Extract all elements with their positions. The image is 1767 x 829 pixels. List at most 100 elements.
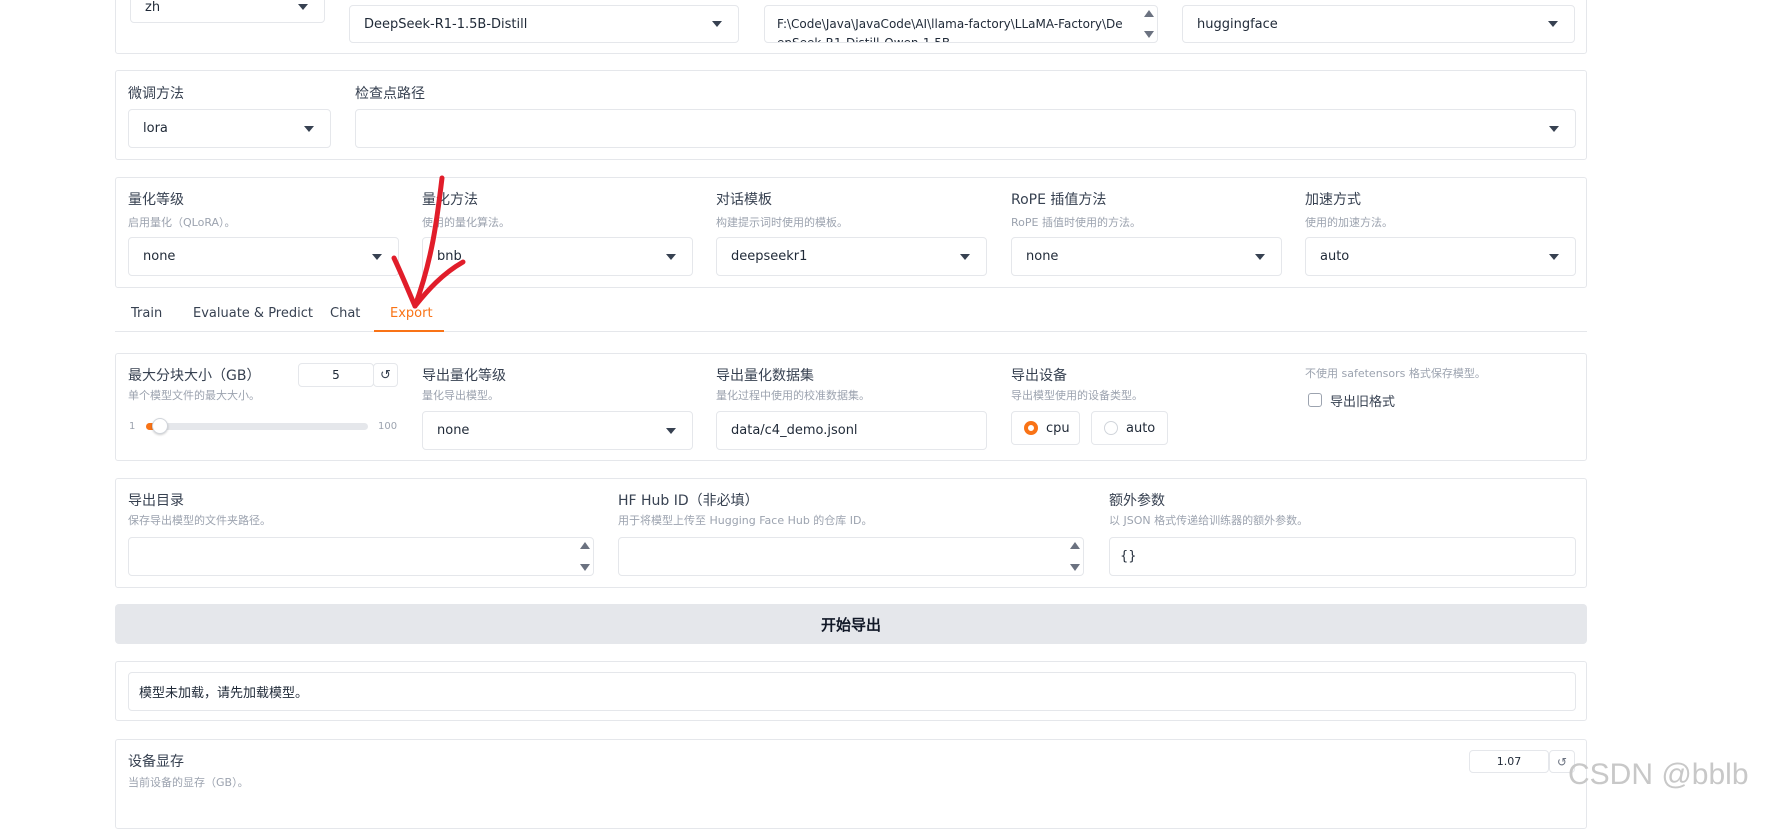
extra-args-input[interactable]: {}	[1109, 537, 1576, 576]
shard-reset-button[interactable]: ↺	[373, 363, 398, 387]
export-dataset-sub: 量化过程中使用的校准数据集。	[716, 389, 870, 402]
device-memory-block: 设备显存 当前设备的显存（GB）。 1.07 ↺	[115, 739, 1587, 829]
legacy-format-checkbox[interactable]	[1308, 393, 1322, 407]
chevron-down-icon	[1549, 125, 1559, 132]
template-value: deepseekr1	[731, 249, 808, 264]
shard-size-sub: 单个模型文件的最大大小。	[128, 389, 260, 402]
device-option-cpu-label: cpu	[1046, 420, 1070, 436]
device-memory-value-box: 1.07	[1469, 750, 1549, 773]
chevron-down-icon	[712, 21, 722, 27]
shard-size-input[interactable]: 5	[298, 363, 374, 387]
booster-value: auto	[1320, 249, 1350, 264]
extra-args-label: 额外参数	[1109, 493, 1165, 509]
model-name-value: DeepSeek-R1-1.5B-Distill	[364, 16, 528, 32]
export-dataset-value: data/c4_demo.jsonl	[731, 423, 858, 438]
checkpoint-path-label: 检查点路径	[355, 86, 425, 102]
export-device-sub: 导出模型使用的设备类型。	[1011, 389, 1143, 402]
rope-sub: RoPE 插值时使用的方法。	[1011, 216, 1141, 229]
finetune-method-value: lora	[143, 121, 168, 136]
chevron-down-icon	[1549, 253, 1559, 260]
chevron-down-icon	[304, 125, 314, 132]
language-value: zh	[145, 0, 161, 15]
model-name-select[interactable]: DeepSeek-R1-1.5B-Distill	[349, 5, 739, 43]
model-path-value: F:\Code\Java\JavaCode\AI\llama-factory\L…	[777, 17, 1123, 43]
quantization-block: 量化等级 启用量化（QLoRA）。 none 量化方法 使用的量化算法。 bnb…	[115, 177, 1587, 288]
tab-evaluate-predict[interactable]: Evaluate & Predict	[193, 306, 313, 321]
hf-hub-id-textarea[interactable]	[618, 537, 1084, 576]
finetune-method-label: 微调方法	[128, 86, 184, 102]
device-option-auto-label: auto	[1126, 420, 1156, 436]
active-tab-underline	[374, 330, 444, 332]
shard-max-label: 100	[378, 421, 398, 432]
legacy-format-sub: 不使用 safetensors 格式保存模型。	[1305, 367, 1486, 380]
quant-bits-value: none	[143, 249, 176, 264]
extra-args-value: {}	[1120, 549, 1137, 564]
export-quant-bit-label: 导出量化等级	[422, 368, 506, 384]
model-path-textarea[interactable]: F:\Code\Java\JavaCode\AI\llama-factory\L…	[764, 5, 1158, 43]
export-device-label: 导出设备	[1011, 368, 1067, 384]
quant-bits-label: 量化等级	[128, 192, 184, 208]
export-quant-bit-sub: 量化导出模型。	[422, 389, 499, 402]
rope-select[interactable]: none	[1011, 237, 1282, 276]
chevron-down-icon	[1548, 21, 1558, 27]
shard-min-label: 1	[129, 421, 136, 432]
shard-slider-handle[interactable]	[152, 418, 168, 434]
legacy-format-label: 导出旧格式	[1330, 395, 1396, 410]
finetune-method-select[interactable]: lora	[128, 109, 331, 148]
device-option-auto[interactable]: auto	[1091, 411, 1168, 445]
output-block: 模型未加载，请先加载模型。	[115, 661, 1587, 721]
export-dir-textarea[interactable]	[128, 537, 594, 576]
export-dataset-input[interactable]: data/c4_demo.jsonl	[716, 411, 987, 450]
rope-label: RoPE 插值方法	[1011, 192, 1107, 208]
stepper-arrows-icon[interactable]	[579, 540, 591, 573]
export-dataset-label: 导出量化数据集	[716, 368, 814, 384]
annotation-arrow-icon	[391, 175, 466, 309]
template-label: 对话模板	[716, 192, 772, 208]
start-export-button[interactable]: 开始导出	[115, 604, 1587, 644]
export-quant-bit-value: none	[437, 423, 470, 438]
reset-icon: ↺	[1556, 754, 1568, 769]
hf-hub-id-label: HF Hub ID（非必填）	[618, 493, 759, 509]
template-select[interactable]: deepseekr1	[716, 237, 987, 276]
shard-size-value: 5	[332, 368, 340, 382]
hf-hub-id-sub: 用于将模型上传至 Hugging Face Hub 的仓库 ID。	[618, 514, 873, 527]
tab-bar-divider	[115, 331, 1587, 332]
top-model-block: zh DeepSeek-R1-1.5B-Distill F:\Code\Java…	[115, 0, 1587, 54]
radio-unselected-icon	[1104, 421, 1118, 435]
quant-bits-select[interactable]: none	[128, 237, 399, 276]
shard-size-label: 最大分块大小（GB）	[128, 368, 261, 384]
output-textbox[interactable]: 模型未加载，请先加载模型。	[128, 672, 1576, 711]
checkpoint-path-select[interactable]	[355, 109, 1576, 148]
chevron-down-icon	[666, 427, 676, 434]
booster-sub: 使用的加速方法。	[1305, 216, 1393, 229]
device-option-cpu[interactable]: cpu	[1011, 411, 1080, 445]
export-dir-sub: 保存导出模型的文件夹路径。	[128, 514, 271, 527]
booster-label: 加速方式	[1305, 192, 1361, 208]
extra-args-sub: 以 JSON 格式传递给训练器的额外参数。	[1109, 514, 1309, 527]
chevron-down-icon	[666, 253, 676, 260]
shard-slider-track[interactable]	[146, 423, 368, 430]
booster-select[interactable]: auto	[1305, 237, 1576, 276]
model-hub-select[interactable]: huggingface	[1182, 5, 1575, 43]
language-select[interactable]: zh	[130, 0, 325, 23]
device-memory-label: 设备显存	[128, 754, 184, 770]
chevron-down-icon	[298, 4, 308, 10]
chevron-down-icon	[1255, 253, 1265, 260]
stepper-arrows-icon[interactable]	[1069, 540, 1081, 573]
tab-chat[interactable]: Chat	[330, 306, 360, 321]
quant-bits-sub: 启用量化（QLoRA）。	[128, 216, 236, 229]
chevron-down-icon	[960, 253, 970, 260]
stepper-arrows-icon[interactable]	[1143, 8, 1155, 40]
radio-selected-icon	[1024, 421, 1038, 435]
csdn-watermark: CSDN @bblb	[1568, 758, 1749, 791]
device-memory-sub: 当前设备的显存（GB）。	[128, 776, 249, 789]
tab-train[interactable]: Train	[131, 306, 162, 321]
model-hub-value: huggingface	[1197, 16, 1278, 32]
start-export-label: 开始导出	[820, 615, 881, 634]
output-text: 模型未加载，请先加载模型。	[139, 686, 309, 701]
export-settings-block: 最大分块大小（GB） 单个模型文件的最大大小。 5 ↺ 1 100 导出量化等级…	[115, 353, 1587, 461]
template-sub: 构建提示词时使用的模板。	[716, 216, 848, 229]
reset-icon: ↺	[380, 367, 391, 383]
export-path-block: 导出目录 保存导出模型的文件夹路径。 HF Hub ID（非必填） 用于将模型上…	[115, 478, 1587, 588]
export-quant-bit-select[interactable]: none	[422, 411, 693, 450]
